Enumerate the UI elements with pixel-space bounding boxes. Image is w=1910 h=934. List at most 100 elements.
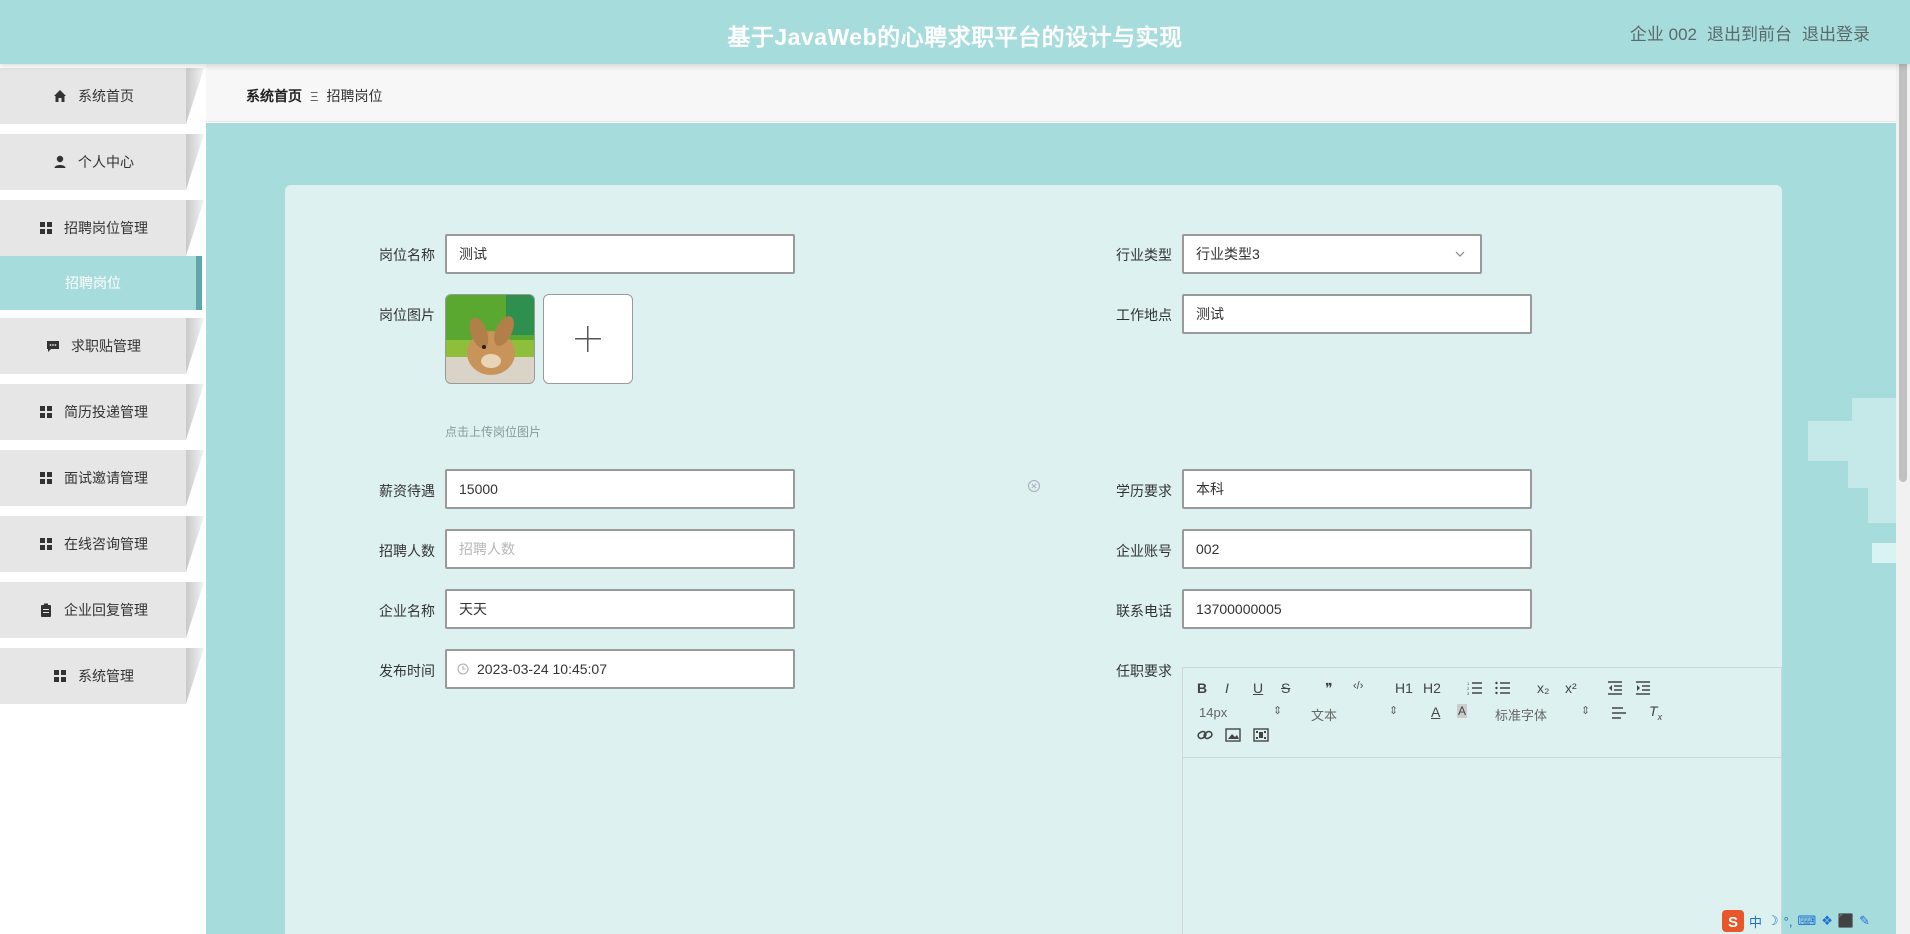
subscript-button[interactable]: x₂ bbox=[1537, 680, 1549, 696]
sidebar-item-consult-management[interactable]: 在线咨询管理 bbox=[0, 516, 204, 572]
company-name-label: 企业名称 bbox=[379, 603, 435, 619]
salary-input[interactable]: 15000 bbox=[445, 469, 795, 509]
education-input[interactable]: 本科 bbox=[1182, 469, 1532, 509]
breadcrumb-separator: Ξ bbox=[310, 88, 319, 104]
phone-input[interactable]: 13700000005 bbox=[1182, 589, 1532, 629]
font-size-arrows[interactable]: ⇕ bbox=[1273, 704, 1282, 717]
indent-icon[interactable] bbox=[1635, 681, 1651, 695]
upload-hint: 点击上传岗位图片 bbox=[445, 425, 542, 439]
grid-icon bbox=[40, 538, 52, 550]
rabbit-photo bbox=[446, 295, 534, 383]
grid-icon bbox=[40, 472, 52, 484]
back-to-front-link[interactable]: 退出到前台 bbox=[1707, 20, 1792, 45]
clear-icon[interactable] bbox=[1027, 479, 1041, 493]
sidebar-item-label: 简历投递管理 bbox=[64, 404, 148, 420]
account-label: 企业账号 bbox=[1116, 543, 1172, 559]
sidebar: 系统首页 个人中心 招聘岗位管理 招聘岗位 求职贴管理 简历投递管理 面试邀请管… bbox=[0, 64, 204, 934]
headcount-label: 招聘人数 bbox=[379, 543, 435, 559]
font-family-select[interactable]: 标准字体 bbox=[1495, 705, 1547, 724]
requirements-editor[interactable]: B I U S ❞ ‹/› H1 H2 123 x₂ x² 14px ⇕ 文本 … bbox=[1182, 667, 1782, 934]
sidebar-item-resume-management[interactable]: 简历投递管理 bbox=[0, 384, 204, 440]
code-button[interactable]: ‹/› bbox=[1353, 680, 1363, 692]
ordered-list-icon[interactable]: 123 bbox=[1467, 681, 1483, 695]
sidebar-item-home[interactable]: 系统首页 bbox=[0, 68, 204, 124]
sidebar-subitem-job-posts[interactable]: 招聘岗位 bbox=[0, 256, 202, 310]
sidebar-item-job-management[interactable]: 招聘岗位管理 bbox=[0, 200, 204, 256]
sidebar-item-label: 个人中心 bbox=[78, 154, 134, 170]
breadcrumb-home[interactable]: 系统首页 bbox=[246, 86, 302, 106]
sidebar-item-label: 求职贴管理 bbox=[71, 338, 141, 354]
chevron-down-icon bbox=[1455, 251, 1465, 257]
main-content: 岗位名称 测试 岗位图片 点击上传岗位图片 薪资待遇 15000 招聘人数 招聘… bbox=[206, 123, 1896, 934]
industry-select[interactable]: 行业类型3 bbox=[1182, 234, 1482, 274]
font-family-arrows[interactable]: ⇕ bbox=[1581, 704, 1590, 717]
breadcrumb-current: 招聘岗位 bbox=[326, 88, 383, 104]
location-label: 工作地点 bbox=[1116, 307, 1172, 323]
scrollbar-thumb[interactable] bbox=[1899, 2, 1907, 482]
grid-icon bbox=[40, 406, 52, 418]
clear-format-icon[interactable]: Tx bbox=[1649, 703, 1662, 722]
grid-icon bbox=[40, 222, 52, 234]
superscript-button[interactable]: x² bbox=[1565, 680, 1577, 696]
ime-keyboard-icon[interactable]: ⌨ bbox=[1797, 913, 1816, 929]
scrollbar[interactable] bbox=[1896, 0, 1910, 934]
h1-button[interactable]: H1 bbox=[1395, 680, 1413, 696]
industry-select-value: 行业类型3 bbox=[1196, 246, 1260, 262]
video-icon[interactable] bbox=[1253, 728, 1269, 742]
job-name-input[interactable]: 测试 bbox=[445, 234, 795, 274]
block-format-select[interactable]: 文本 bbox=[1311, 705, 1337, 724]
image-icon[interactable] bbox=[1225, 728, 1241, 742]
sidebar-item-interview-management[interactable]: 面试邀请管理 bbox=[0, 450, 204, 506]
bullet-list-icon[interactable] bbox=[1495, 681, 1511, 695]
ime-punct-icon[interactable]: °, bbox=[1784, 914, 1793, 929]
background-color-icon[interactable]: A bbox=[1457, 704, 1468, 718]
align-icon[interactable] bbox=[1611, 706, 1627, 720]
underline-button[interactable]: U bbox=[1253, 680, 1263, 696]
font-size-select[interactable]: 14px bbox=[1199, 705, 1227, 720]
sidebar-item-label: 招聘岗位管理 bbox=[64, 220, 148, 236]
font-color-icon[interactable]: A bbox=[1431, 704, 1440, 720]
job-form-card: 岗位名称 测试 岗位图片 点击上传岗位图片 薪资待遇 15000 招聘人数 招聘… bbox=[285, 185, 1782, 934]
strike-button[interactable]: S bbox=[1281, 680, 1290, 696]
bold-button[interactable]: B bbox=[1197, 680, 1207, 696]
decorative-stairs bbox=[1808, 398, 1896, 563]
ime-toolbar[interactable]: S 中 ☽ °, ⌨ ❖ ⬛ ✎ bbox=[1716, 908, 1896, 934]
link-icon[interactable] bbox=[1197, 728, 1213, 742]
headcount-input[interactable]: 招聘人数 bbox=[445, 529, 795, 569]
company-name-input[interactable]: 天天 bbox=[445, 589, 795, 629]
sidebar-item-post-management[interactable]: 求职贴管理 bbox=[0, 318, 204, 374]
plus-icon bbox=[575, 326, 601, 352]
header-actions: 企业 002 退出到前台 退出登录 bbox=[1630, 20, 1870, 45]
ime-moon-icon[interactable]: ☽ bbox=[1767, 913, 1779, 929]
location-input[interactable]: 测试 bbox=[1182, 294, 1532, 334]
sidebar-item-profile[interactable]: 个人中心 bbox=[0, 134, 204, 190]
current-user: 企业 002 bbox=[1629, 25, 1697, 44]
ime-tools-icon[interactable]: ✎ bbox=[1859, 913, 1870, 929]
clock-icon bbox=[457, 663, 469, 675]
block-format-arrows[interactable]: ⇕ bbox=[1389, 704, 1398, 717]
sidebar-item-label: 系统首页 bbox=[78, 88, 134, 104]
ime-shirt-icon[interactable]: ⬛ bbox=[1838, 913, 1854, 929]
svg-text:3: 3 bbox=[1467, 691, 1470, 695]
logout-link[interactable]: 退出登录 bbox=[1802, 20, 1870, 45]
quote-button[interactable]: ❞ bbox=[1325, 680, 1333, 697]
person-icon bbox=[54, 155, 66, 168]
education-label: 学历要求 bbox=[1116, 483, 1172, 499]
sidebar-item-label: 系统管理 bbox=[78, 668, 134, 684]
salary-label: 薪资待遇 bbox=[379, 483, 435, 499]
publish-time-value: 2023-03-24 10:45:07 bbox=[477, 661, 607, 677]
outdent-icon[interactable] bbox=[1607, 681, 1623, 695]
publish-time-input[interactable]: 2023-03-24 10:45:07 bbox=[445, 649, 795, 689]
sidebar-item-system-management[interactable]: 系统管理 bbox=[0, 648, 204, 704]
breadcrumb-bar: 系统首页 Ξ 招聘岗位 bbox=[206, 64, 1896, 122]
breadcrumb: 系统首页 Ξ 招聘岗位 bbox=[246, 86, 382, 106]
clipboard-icon bbox=[41, 603, 51, 617]
upload-image-button[interactable] bbox=[543, 294, 633, 384]
h2-button[interactable]: H2 bbox=[1423, 680, 1441, 696]
ime-skin-icon[interactable]: ❖ bbox=[1821, 913, 1833, 929]
sidebar-item-reply-management[interactable]: 企业回复管理 bbox=[0, 582, 204, 638]
job-image-thumbnail[interactable] bbox=[445, 294, 535, 384]
italic-button[interactable]: I bbox=[1225, 680, 1229, 696]
account-input[interactable]: 002 bbox=[1182, 529, 1532, 569]
ime-language[interactable]: 中 bbox=[1749, 912, 1762, 931]
